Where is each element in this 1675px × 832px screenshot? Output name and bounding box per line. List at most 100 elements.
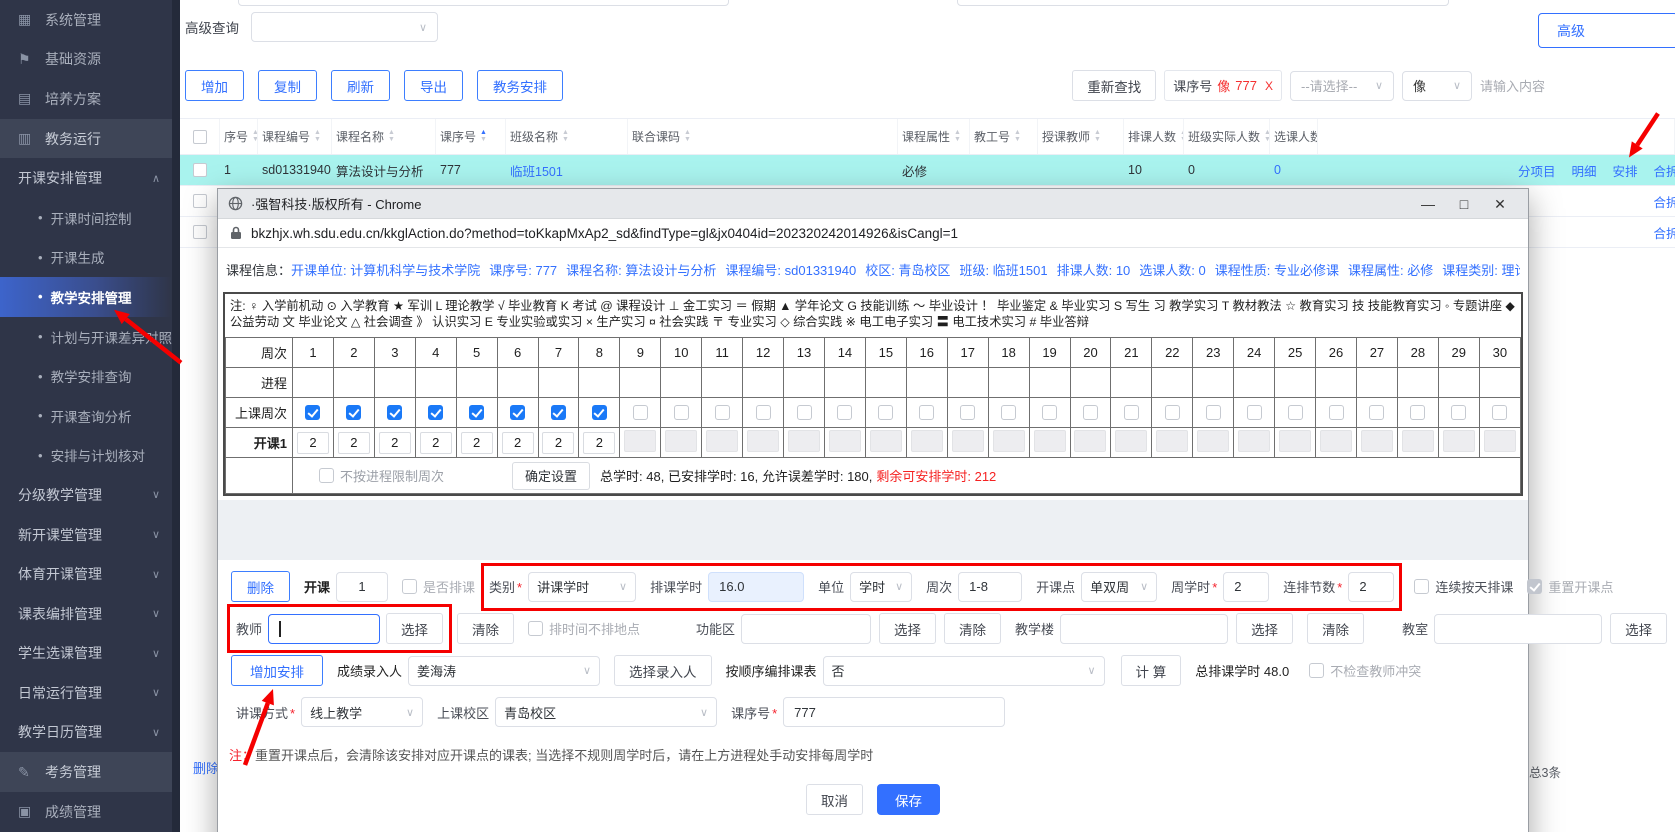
session-hours-cell[interactable]: 2 <box>333 428 374 458</box>
week-checkbox-cell[interactable] <box>1111 398 1152 428</box>
course-info-link[interactable]: 课程性质: 专业必修课 <box>1215 263 1339 278</box>
progress-cell[interactable] <box>374 368 415 398</box>
progress-cell[interactable] <box>1356 368 1397 398</box>
no-conflict-checkbox[interactable]: 不检查教师冲突 <box>1309 661 1421 680</box>
session-hours-input[interactable]: 2 <box>297 432 329 454</box>
progress-cell[interactable] <box>1234 368 1275 398</box>
week-checkbox[interactable] <box>387 405 402 420</box>
function-area-input[interactable] <box>741 614 871 644</box>
course-info-link[interactable]: 选课人数: 0 <box>1139 263 1205 278</box>
session-hours-cell[interactable] <box>1479 428 1520 458</box>
teacher-clear-button[interactable]: 清除 <box>457 613 514 644</box>
session-hours-input[interactable] <box>993 430 1025 452</box>
week-checkbox[interactable] <box>1451 405 1466 420</box>
session-hours-input[interactable] <box>747 430 779 452</box>
week-checkbox-cell[interactable] <box>456 398 497 428</box>
week-checkbox[interactable] <box>1001 405 1016 420</box>
sidebar-item[interactable]: ✎考务管理 <box>0 752 172 792</box>
session-hours-input[interactable] <box>1320 430 1352 452</box>
week-checkbox-cell[interactable] <box>661 398 702 428</box>
session-hours-cell[interactable] <box>1316 428 1357 458</box>
category-select[interactable]: 讲课学时∨ <box>528 572 636 602</box>
action-link[interactable]: 合拆班 <box>1653 192 1675 211</box>
session-hours-input[interactable] <box>1238 430 1270 452</box>
column-header-staff_no[interactable]: 教工号▲▼ <box>970 119 1038 154</box>
sidebar-group[interactable]: 教学日历管理∨ <box>0 713 172 753</box>
course-info-link[interactable]: 校区: 青岛校区 <box>865 263 950 278</box>
week-checkbox[interactable] <box>1369 405 1384 420</box>
sidebar-group[interactable]: 学生选课管理∨ <box>0 634 172 674</box>
sidebar-group[interactable]: 开课安排管理∧ <box>0 158 172 198</box>
column-header-joint_code[interactable]: 联合课码▲▼ <box>628 119 898 154</box>
session-hours-input[interactable] <box>1034 430 1066 452</box>
sort-desc-icon[interactable]: ▼ <box>684 137 691 144</box>
week-checkbox[interactable] <box>1492 405 1507 420</box>
course-info-link[interactable]: 课程类别: 理论课 (不含实践) <box>1442 263 1520 278</box>
session-hours-cell[interactable] <box>988 428 1029 458</box>
week-checkbox[interactable] <box>633 405 648 420</box>
week-checkbox[interactable] <box>1410 405 1425 420</box>
session-hours-cell[interactable] <box>784 428 825 458</box>
week-checkbox-cell[interactable] <box>906 398 947 428</box>
column-header-attribute[interactable]: 课程属性▲▼ <box>898 119 970 154</box>
week-checkbox[interactable] <box>1247 405 1262 420</box>
week-checkbox[interactable] <box>715 405 730 420</box>
session-hours-input[interactable]: 2 <box>502 432 534 454</box>
top-cut-input-2[interactable] <box>957 0 1449 6</box>
sidebar-subitem[interactable]: •开课查询分析 <box>0 396 172 436</box>
weekly-hours-input[interactable]: 2 <box>1223 572 1269 602</box>
building-input[interactable] <box>1060 614 1228 644</box>
toolbar-button-1[interactable]: 复制 <box>258 70 317 101</box>
course-info-link[interactable]: 课程属性: 必修 <box>1348 263 1433 278</box>
course-info-link[interactable]: 开课单位: 计算机科学与技术学院 <box>291 263 480 278</box>
column-header-seq[interactable]: 课序号▲▼ <box>436 119 506 154</box>
session-hours-cell[interactable] <box>1234 428 1275 458</box>
progress-cell[interactable] <box>743 368 784 398</box>
session-hours-cell[interactable] <box>702 428 743 458</box>
row-checkbox[interactable] <box>193 225 207 239</box>
sidebar-group[interactable]: 新开课堂管理∨ <box>0 515 172 555</box>
week-checkbox-cell[interactable] <box>702 398 743 428</box>
column-header-class_name[interactable]: 班级名称▲▼ <box>506 119 628 154</box>
session-hours-input[interactable] <box>788 430 820 452</box>
progress-cell[interactable] <box>906 368 947 398</box>
week-checkbox[interactable] <box>919 405 934 420</box>
week-checkbox[interactable] <box>1083 405 1098 420</box>
week-checkbox-cell[interactable] <box>1316 398 1357 428</box>
session-hours-input[interactable]: 2 <box>379 432 411 454</box>
week-checkbox-cell[interactable] <box>1152 398 1193 428</box>
sort-desc-icon[interactable]: ▼ <box>1094 137 1101 144</box>
week-checkbox-cell[interactable] <box>1397 398 1438 428</box>
session-hours-cell[interactable] <box>1193 428 1234 458</box>
week-checkbox-cell[interactable] <box>333 398 374 428</box>
sidebar-subitem[interactable]: •安排与计划核对 <box>0 436 172 476</box>
progress-cell[interactable] <box>415 368 456 398</box>
session-hours-input[interactable] <box>1115 430 1147 452</box>
schedule-checkbox[interactable]: 是否排课 <box>402 577 475 596</box>
filter-field-select[interactable]: --请选择--∨ <box>1290 71 1394 101</box>
session-hours-input[interactable]: 2 <box>542 432 574 454</box>
week-checkbox-cell[interactable] <box>293 398 334 428</box>
seq-input[interactable]: 777 <box>783 697 1005 727</box>
session-hours-cell[interactable] <box>1111 428 1152 458</box>
session-hours-input[interactable] <box>1074 430 1106 452</box>
week-checkbox[interactable] <box>960 405 975 420</box>
classroom-input[interactable] <box>1434 614 1602 644</box>
column-header-index[interactable]: 序号▲▼ <box>220 119 258 154</box>
calculate-button[interactable]: 计 算 <box>1121 655 1182 686</box>
week-checkbox-cell[interactable] <box>1438 398 1479 428</box>
session-hours-input[interactable] <box>1402 430 1434 452</box>
reset-point-checkbox[interactable]: 重置开课点 <box>1527 577 1613 596</box>
filter-operator-select[interactable]: 像∨ <box>1402 71 1472 101</box>
progress-cell[interactable] <box>1029 368 1070 398</box>
week-checkbox-cell[interactable] <box>988 398 1029 428</box>
teaching-mode-select[interactable]: 线上教学∨ <box>301 697 423 727</box>
week-checkbox-cell[interactable] <box>1029 398 1070 428</box>
week-checkbox[interactable] <box>1165 405 1180 420</box>
sort-desc-icon[interactable]: ▼ <box>480 137 487 144</box>
progress-cell[interactable] <box>865 368 906 398</box>
week-checkbox[interactable] <box>592 405 607 420</box>
toolbar-button-2[interactable]: 刷新 <box>331 70 390 101</box>
progress-cell[interactable] <box>988 368 1029 398</box>
week-checkbox[interactable] <box>756 405 771 420</box>
